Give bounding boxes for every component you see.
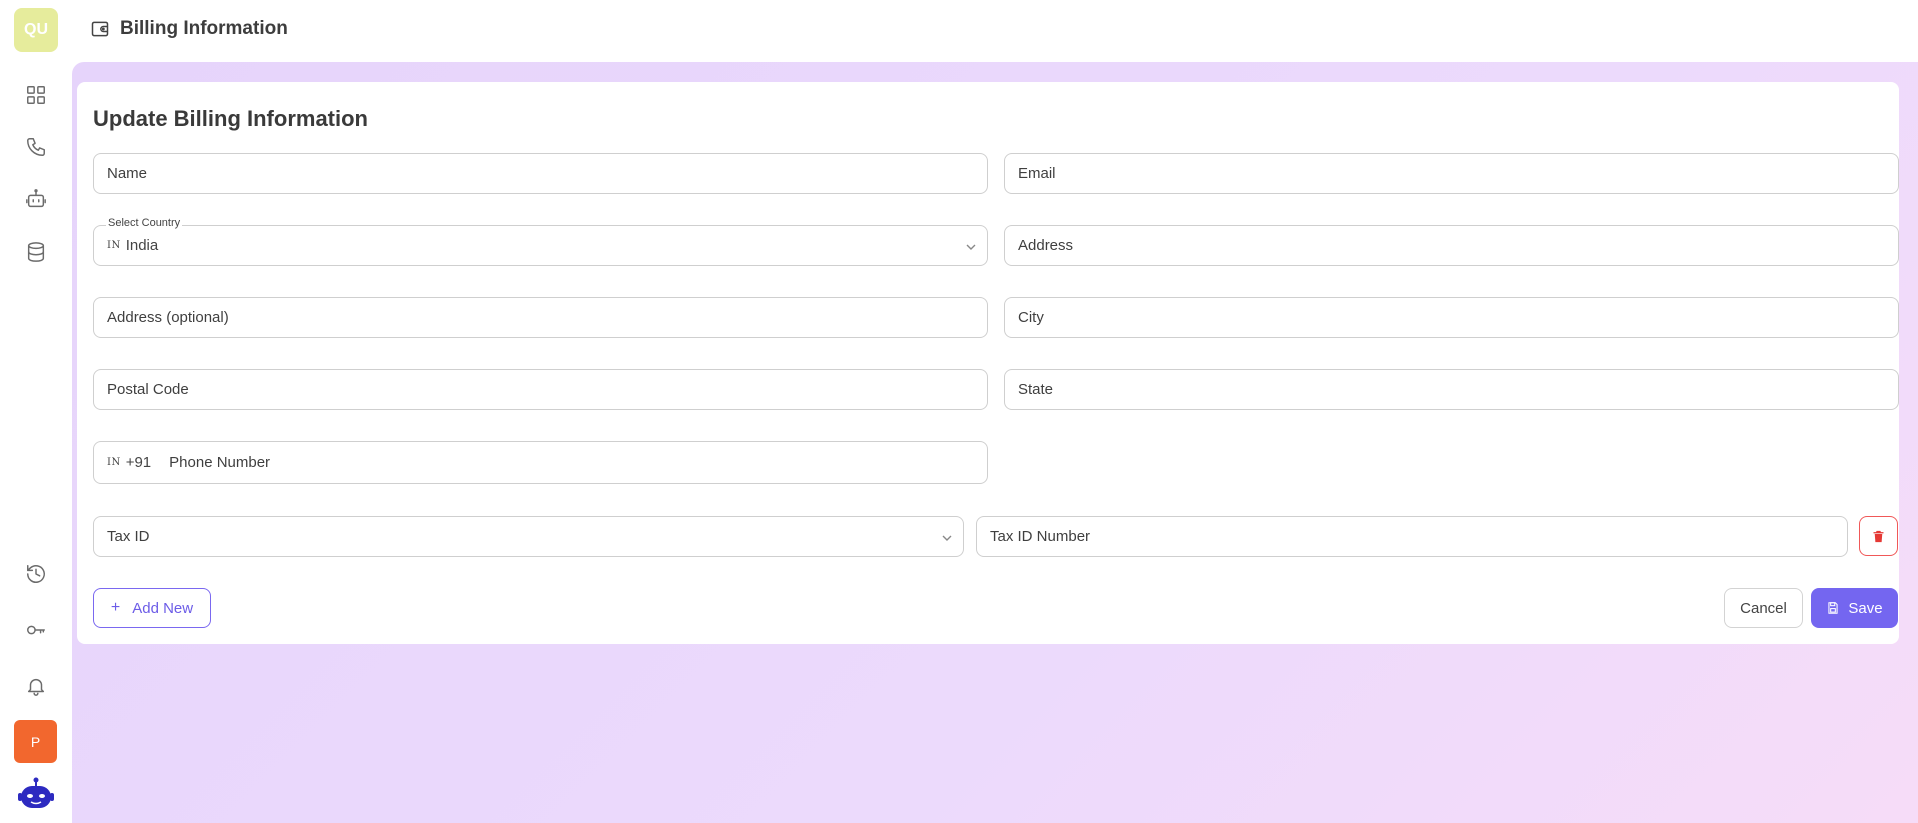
bell-icon[interactable] [20, 670, 52, 702]
phone-input[interactable]: IN +91 Phone Number [93, 441, 988, 484]
database-icon[interactable] [20, 236, 52, 268]
chevron-down-icon [941, 531, 953, 543]
name-input[interactable]: Name [93, 153, 988, 194]
dashboard-icon[interactable] [20, 79, 52, 111]
top-bar: Billing Information [72, 0, 1918, 58]
postal-code-input[interactable]: Postal Code [93, 369, 988, 410]
address-placeholder: Address [1018, 237, 1074, 254]
address-optional-placeholder: Address (optional) [107, 309, 229, 326]
plus-icon: + [110, 599, 121, 616]
chevron-down-icon [965, 240, 977, 252]
bot-logo-icon[interactable] [18, 776, 54, 812]
billing-form-card: Update Billing Information Name Email Se… [77, 82, 1899, 644]
add-new-button[interactable]: + Add New [93, 588, 211, 628]
postal-code-placeholder: Postal Code [107, 381, 189, 398]
phone-icon[interactable] [20, 131, 52, 163]
save-icon [1828, 602, 1838, 614]
tax-id-placeholder: Tax ID [107, 528, 150, 545]
add-new-label: Add New [132, 599, 194, 617]
trash-icon [1873, 530, 1884, 542]
country-select-label: Select Country [106, 217, 183, 229]
phone-country-flag-icon[interactable]: IN [107, 457, 121, 468]
city-placeholder: City [1018, 309, 1044, 326]
save-button[interactable]: Save [1811, 588, 1898, 628]
history-icon[interactable] [20, 558, 52, 590]
workspace-avatar[interactable]: QU [14, 8, 58, 52]
page-title: Billing Information [120, 18, 288, 39]
key-icon[interactable] [20, 614, 52, 646]
email-placeholder: Email [1018, 165, 1056, 182]
name-placeholder: Name [107, 165, 148, 182]
email-input[interactable]: Email [1004, 153, 1899, 194]
user-profile-badge[interactable]: P [14, 720, 57, 763]
wallet-icon [91, 21, 109, 37]
address-input[interactable]: Address [1004, 225, 1899, 266]
delete-tax-id-button[interactable] [1859, 516, 1898, 556]
address-optional-input[interactable]: Address (optional) [93, 297, 988, 338]
country-select[interactable]: Select Country IN India [93, 217, 988, 266]
robot-icon[interactable] [20, 183, 52, 215]
city-input[interactable]: City [1004, 297, 1899, 338]
phone-placeholder: Phone Number [169, 454, 271, 471]
country-selected-value: India [125, 237, 159, 254]
sidebar: QU P [0, 0, 72, 823]
tax-id-select[interactable]: Tax ID [93, 516, 964, 557]
tax-id-number-placeholder: Tax ID Number [990, 528, 1091, 545]
phone-dial-code[interactable]: +91 [126, 454, 151, 471]
form-title: Update Billing Information [93, 106, 368, 131]
save-label: Save [1848, 599, 1883, 617]
state-placeholder: State [1018, 381, 1054, 398]
cancel-button[interactable]: Cancel [1724, 588, 1803, 628]
state-input[interactable]: State [1004, 369, 1899, 410]
tax-id-number-input[interactable]: Tax ID Number [976, 516, 1848, 557]
india-flag-icon: IN [107, 240, 121, 251]
